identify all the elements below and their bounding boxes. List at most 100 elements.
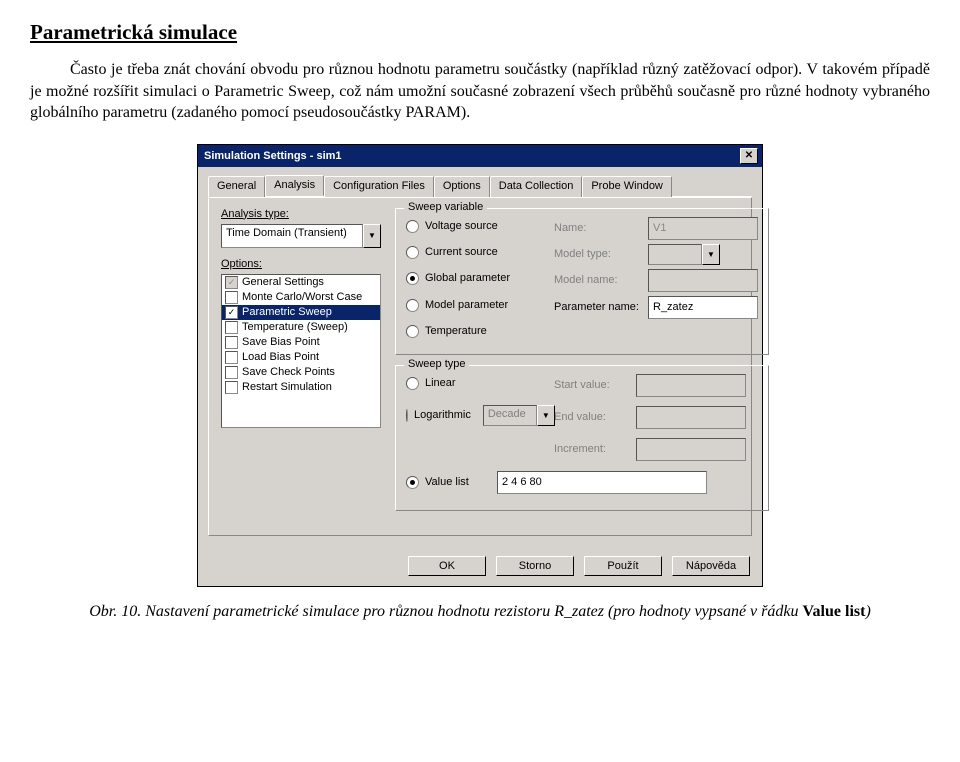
list-item[interactable]: Save Check Points: [222, 365, 380, 380]
start-value-field: [636, 374, 746, 397]
radio-label: Global parameter: [425, 272, 510, 284]
radio-label: Voltage source: [425, 220, 498, 232]
tab-config-files[interactable]: Configuration Files: [324, 176, 434, 197]
close-icon: ✕: [745, 150, 753, 161]
apply-button[interactable]: Použít: [584, 556, 662, 576]
checkbox-icon: [225, 276, 238, 289]
radio-label: Model parameter: [425, 299, 508, 311]
radio-global-parameter[interactable]: Global parameter: [406, 272, 546, 285]
radio-icon: [406, 246, 419, 259]
radio-icon: [406, 272, 419, 285]
paragraph: Často je třeba znát chování obvodu pro r…: [30, 59, 930, 124]
radio-label: Linear: [425, 377, 456, 389]
model-type-label: Model type:: [554, 248, 640, 260]
log-scale-value: Decade: [483, 405, 537, 426]
titlebar: Simulation Settings - sim1 ✕: [198, 145, 762, 167]
checkbox-icon[interactable]: [225, 336, 238, 349]
start-value-label: Start value:: [554, 379, 628, 391]
radio-temperature[interactable]: Temperature: [406, 325, 546, 338]
caption-suffix: ): [865, 603, 870, 620]
end-value-label: End value:: [554, 411, 628, 423]
checkbox-icon[interactable]: [225, 351, 238, 364]
page-title: Parametrická simulace: [30, 20, 930, 45]
radio-icon: [406, 220, 419, 233]
model-name-field: [648, 269, 758, 292]
parameter-name-field[interactable]: [648, 296, 758, 319]
radio-icon: [406, 409, 408, 422]
list-item[interactable]: Parametric Sweep: [222, 305, 380, 320]
checkbox-icon[interactable]: [225, 366, 238, 379]
list-item-label: Temperature (Sweep): [242, 321, 348, 333]
tab-options[interactable]: Options: [434, 176, 490, 197]
group-sweep-variable: Sweep variable Voltage source Name:: [395, 208, 769, 355]
simulation-settings-dialog: Simulation Settings - sim1 ✕ General Ana…: [197, 144, 763, 587]
group-title: Sweep type: [404, 358, 469, 370]
tab-analysis[interactable]: Analysis: [265, 175, 324, 196]
chevron-down-icon: ▼: [537, 405, 555, 426]
analysis-type-combo[interactable]: Time Domain (Transient) ▼: [221, 224, 381, 248]
increment-label: Increment:: [554, 443, 628, 455]
options-listbox[interactable]: General Settings Monte Carlo/Worst Case …: [221, 274, 381, 428]
list-item-label: Save Bias Point: [242, 336, 320, 348]
list-item-label: Monte Carlo/Worst Case: [242, 291, 362, 303]
radio-icon: [406, 377, 419, 390]
tab-general[interactable]: General: [208, 176, 265, 197]
chevron-down-icon[interactable]: ▼: [363, 224, 381, 248]
dialog-button-row: OK Storno Použít Nápověda: [198, 546, 762, 586]
list-item[interactable]: Restart Simulation: [222, 380, 380, 395]
list-item[interactable]: General Settings: [222, 275, 380, 290]
checkbox-icon[interactable]: [225, 321, 238, 334]
radio-label: Current source: [425, 246, 498, 258]
caption-text: Nastavení parametrické simulace pro různ…: [145, 603, 802, 620]
figure-caption: Obr. 10. Nastavení parametrické simulace…: [30, 603, 930, 621]
radio-icon: [406, 299, 419, 312]
list-item[interactable]: Temperature (Sweep): [222, 320, 380, 335]
checkbox-icon[interactable]: [225, 381, 238, 394]
radio-value-list[interactable]: Value list: [406, 471, 758, 494]
checkbox-icon[interactable]: [225, 306, 238, 319]
tab-data-collection[interactable]: Data Collection: [490, 176, 583, 197]
help-button[interactable]: Nápověda: [672, 556, 750, 576]
radio-current-source[interactable]: Current source: [406, 246, 546, 259]
dialog-container: Simulation Settings - sim1 ✕ General Ana…: [30, 144, 930, 587]
param-name-label: Parameter name:: [554, 301, 640, 313]
list-item-label: Restart Simulation: [242, 381, 332, 393]
radio-label: Logarithmic: [414, 409, 471, 421]
radio-linear[interactable]: Linear: [406, 377, 546, 390]
analysis-type-label: Analysis type:: [221, 208, 381, 220]
cancel-button[interactable]: Storno: [496, 556, 574, 576]
group-title: Sweep variable: [404, 201, 487, 213]
end-value-field: [636, 406, 746, 429]
list-item-label: Load Bias Point: [242, 351, 319, 363]
ok-button[interactable]: OK: [408, 556, 486, 576]
checkbox-icon[interactable]: [225, 291, 238, 304]
value-list-field[interactable]: [497, 471, 707, 494]
tab-probe-window[interactable]: Probe Window: [582, 176, 672, 197]
radio-logarithmic[interactable]: Logarithmic Decade ▼: [406, 405, 546, 426]
dialog-body: General Analysis Configuration Files Opt…: [198, 167, 762, 546]
chevron-down-icon: ▼: [702, 244, 720, 265]
radio-voltage-source[interactable]: Voltage source: [406, 220, 546, 233]
list-item[interactable]: Save Bias Point: [222, 335, 380, 350]
list-item-label: Save Check Points: [242, 366, 335, 378]
options-label: Options:: [221, 258, 381, 270]
tabstrip: General Analysis Configuration Files Opt…: [208, 175, 752, 197]
radio-model-parameter[interactable]: Model parameter: [406, 299, 546, 312]
model-type-combo: ▼: [648, 244, 720, 265]
close-button[interactable]: ✕: [740, 148, 758, 164]
name-field: [648, 217, 758, 240]
radio-label: Temperature: [425, 325, 487, 337]
radio-icon: [406, 476, 419, 489]
log-scale-combo: Decade ▼: [483, 405, 555, 426]
model-name-label: Model name:: [554, 274, 640, 286]
tab-panel-analysis: Analysis type: Time Domain (Transient) ▼…: [208, 197, 752, 536]
caption-prefix: Obr. 10.: [89, 603, 145, 620]
radio-label: Value list: [425, 476, 491, 488]
group-sweep-type: Sweep type Linear Start value:: [395, 365, 769, 511]
list-item-label: General Settings: [242, 276, 324, 288]
left-column: Analysis type: Time Domain (Transient) ▼…: [221, 208, 381, 521]
list-item[interactable]: Monte Carlo/Worst Case: [222, 290, 380, 305]
caption-bold: Value list: [802, 603, 865, 620]
list-item[interactable]: Load Bias Point: [222, 350, 380, 365]
right-column: Sweep variable Voltage source Name:: [395, 208, 769, 521]
